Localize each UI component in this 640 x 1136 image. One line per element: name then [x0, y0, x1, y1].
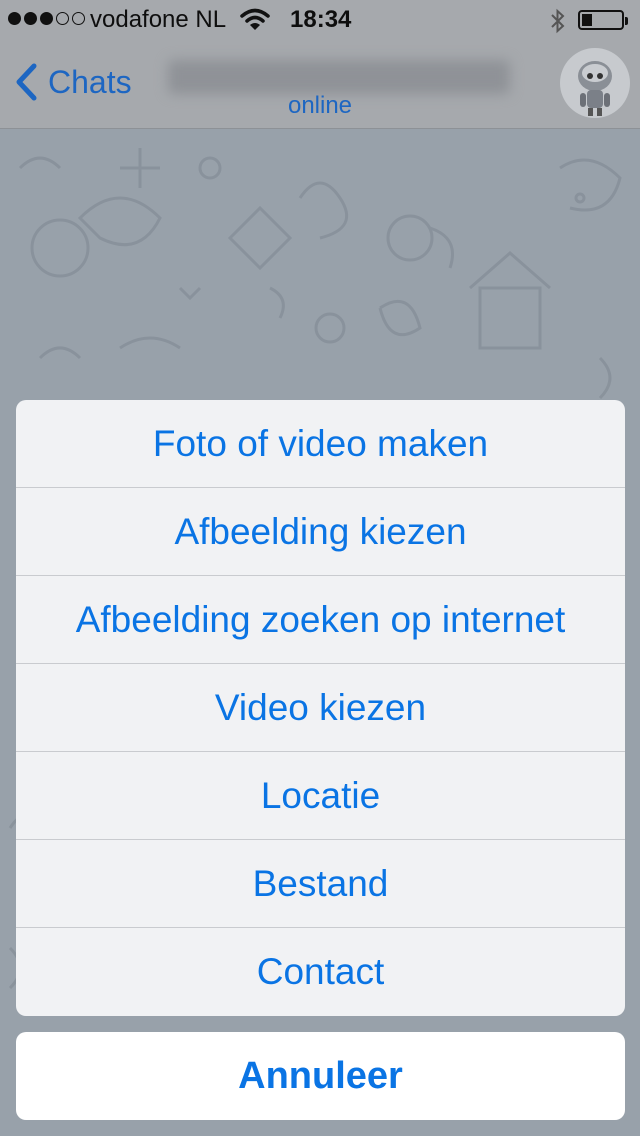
signal-dot	[56, 12, 69, 25]
clock: 18:34	[290, 6, 352, 33]
bluetooth-icon	[550, 8, 566, 41]
battery-icon	[578, 10, 628, 30]
navigation-bar: Chats online	[0, 40, 640, 129]
choose-video-option[interactable]: Video kiezen	[16, 664, 625, 752]
file-option[interactable]: Bestand	[16, 840, 625, 928]
signal-strength-icon	[8, 12, 85, 25]
location-option[interactable]: Locatie	[16, 752, 625, 840]
contact-option[interactable]: Contact	[16, 928, 625, 1016]
avatar-robot-icon[interactable]	[560, 48, 630, 118]
signal-dot	[24, 12, 37, 25]
choose-image-option[interactable]: Afbeelding kiezen	[16, 488, 625, 576]
cancel-button[interactable]: Annuleer	[16, 1032, 625, 1120]
signal-dot	[40, 12, 53, 25]
battery-level	[582, 14, 592, 26]
search-image-web-option[interactable]: Afbeelding zoeken op internet	[16, 576, 625, 664]
chat-title-redacted[interactable]	[168, 60, 510, 94]
take-photo-video-option[interactable]: Foto of video maken	[16, 400, 625, 488]
signal-dot	[72, 12, 85, 25]
carrier-name: vodafone NL	[90, 6, 227, 33]
status-bar: vodafone NL 18:34	[0, 0, 640, 40]
attachment-action-sheet: Foto of video maken Afbeelding kiezen Af…	[16, 400, 625, 1016]
wifi-icon	[240, 8, 270, 39]
chat-status: online	[287, 92, 353, 119]
signal-dot	[8, 12, 21, 25]
battery-nub	[625, 17, 628, 25]
